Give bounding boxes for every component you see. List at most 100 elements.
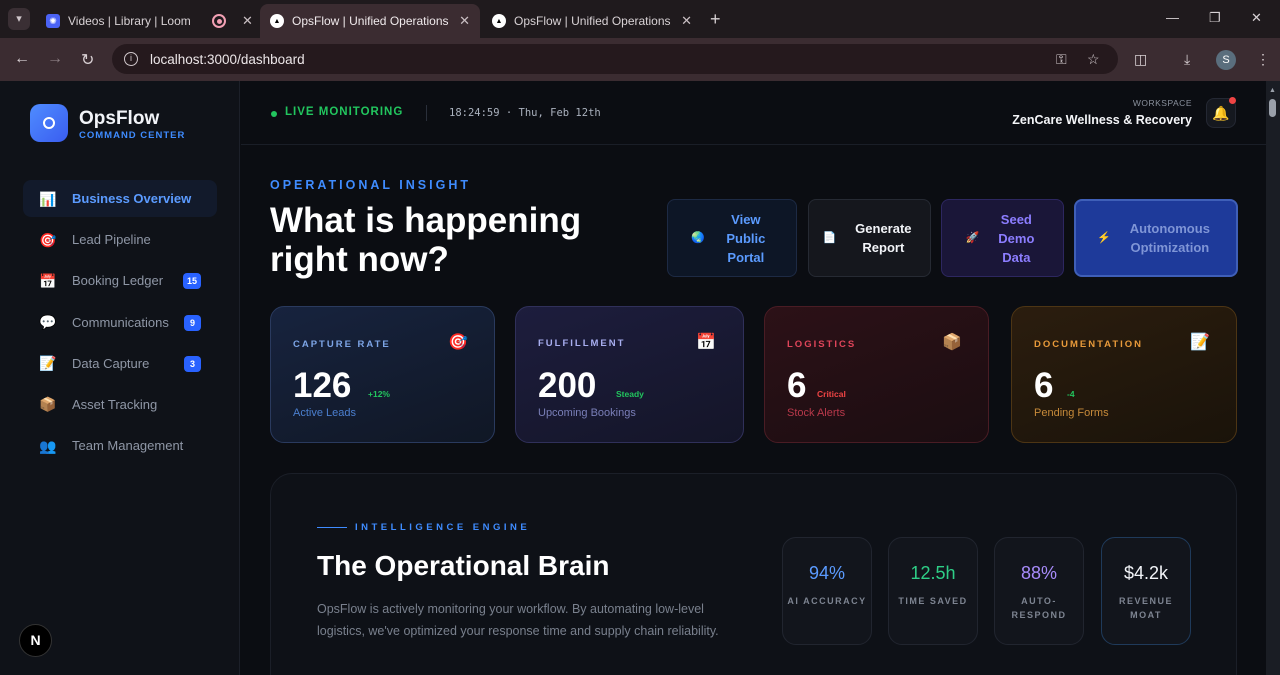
stat-card-fulfillment[interactable]: FULFILLMENT 📅 200 Steady Upcoming Bookin…	[515, 306, 744, 443]
opsflow-logo-icon	[30, 104, 68, 142]
metric-label: TIME SAVED	[898, 596, 968, 606]
metric-value: 94%	[808, 563, 846, 583]
vercel-icon: ▲	[270, 14, 284, 28]
address-bar: ← → ↻ i localhost:3000/dashboard ⚿ ☆ ◫ ⤓…	[0, 38, 1280, 81]
metric-ai-accuracy: 94% AI ACCURACY	[782, 537, 872, 645]
panel-eyebrow: INTELLIGENCE ENGINE	[355, 522, 531, 533]
panel-body: OpsFlow is actively monitoring your work…	[317, 602, 719, 638]
count-badge: 15	[182, 273, 201, 290]
bookmark-star-icon[interactable]: ☆	[1087, 51, 1100, 68]
sidebar-item-label: Team Management	[72, 438, 184, 454]
site-info-icon[interactable]: i	[124, 52, 138, 66]
tab-title: OpsFlow | Unified Operations P	[514, 14, 674, 28]
sidebar-item-label: Business Overview	[72, 191, 192, 206]
new-tab-icon[interactable]: +	[710, 9, 721, 30]
stat-subtitle: Stock Alerts	[787, 407, 846, 419]
stat-card-capture-rate[interactable]: CAPTURE RATE 🎯 126 +12% Active Leads	[270, 306, 495, 443]
target-icon: 🎯	[448, 334, 468, 351]
seed-demo-data-button[interactable]: 🚀 Seed Demo Data	[941, 199, 1064, 277]
close-tab-icon[interactable]: ✕	[681, 13, 692, 29]
restore-icon[interactable]: ❐	[1209, 10, 1221, 26]
rocket-icon: 🚀	[965, 231, 980, 244]
metric-value: 88%	[1020, 563, 1058, 583]
browser-menu-icon[interactable]: ⋮	[1256, 51, 1270, 68]
extensions-icon[interactable]: ◫	[1134, 51, 1147, 68]
metric-label: AI ACCURACY	[787, 596, 867, 606]
button-label: Seed Demo Data	[998, 211, 1035, 265]
metric-label: AUTO-RESPOND	[1011, 596, 1067, 620]
calendar-icon: 📅	[39, 272, 57, 289]
close-tab-icon[interactable]: ✕	[459, 13, 470, 29]
profile-avatar[interactable]: S	[1216, 50, 1236, 70]
stat-key: FULFILLMENT	[538, 338, 626, 349]
bolt-icon: ⚡	[1097, 231, 1111, 244]
password-key-icon[interactable]: ⚿	[1056, 51, 1067, 68]
button-label: Generate Report	[855, 221, 912, 255]
close-window-icon[interactable]: ✕	[1251, 10, 1262, 26]
download-icon[interactable]: ⤓	[1184, 51, 1190, 68]
close-tab-icon[interactable]: ✕	[242, 13, 253, 29]
tab-title: OpsFlow | Unified Operations P	[292, 14, 452, 28]
stat-value: 200	[538, 366, 597, 405]
intelligence-engine-panel: INTELLIGENCE ENGINE The Operational Brai…	[270, 473, 1237, 675]
bar-chart-icon: 📊	[39, 190, 57, 207]
tab-search-button[interactable]: ▾	[8, 8, 30, 30]
stat-card-logistics[interactable]: LOGISTICS 📦 6 Critical Stock Alerts	[764, 306, 989, 443]
stat-key: DOCUMENTATION	[1034, 339, 1144, 350]
browser-tab-recording[interactable]: ✕	[202, 4, 260, 38]
scroll-up-icon[interactable]: ▲	[1269, 87, 1276, 94]
workspace-label: WORKSPACE	[1132, 98, 1192, 108]
calendar-icon: 📅	[696, 334, 716, 351]
autonomous-optimization-button[interactable]: ⚡ Autonomous Optimization	[1074, 199, 1238, 277]
sidebar-item-lead-pipeline[interactable]: 🎯 Lead Pipeline	[23, 221, 217, 258]
sidebar-item-asset-tracking[interactable]: 📦 Asset Tracking	[23, 386, 217, 423]
generate-report-button[interactable]: 📄 Generate Report	[808, 199, 931, 277]
workspace-name[interactable]: ZenCare Wellness & Recovery	[1012, 113, 1192, 127]
metric-auto-respond: 88% AUTO-RESPOND	[994, 537, 1084, 645]
record-icon	[212, 14, 226, 28]
people-icon: 👥	[39, 437, 57, 454]
stat-delta: Steady	[616, 389, 644, 399]
count-badge: 3	[184, 355, 201, 372]
forward-icon[interactable]: →	[47, 50, 63, 68]
back-icon[interactable]: ←	[14, 50, 30, 68]
reload-icon[interactable]: ↻	[81, 50, 94, 70]
url-omnibox[interactable]: i localhost:3000/dashboard	[112, 44, 1118, 74]
live-monitoring-label: LIVE MONITORING	[285, 106, 404, 118]
live-indicator-dot	[271, 111, 277, 117]
browser-tab-opsflow[interactable]: ▲ OpsFlow | Unified Operations P ✕	[482, 4, 702, 38]
stat-delta: +12%	[368, 389, 390, 399]
vercel-icon: ▲	[492, 14, 506, 28]
metric-value: 12.5h	[910, 563, 956, 583]
url-text: localhost:3000/dashboard	[150, 51, 305, 67]
notification-dot	[1229, 97, 1236, 104]
stat-value: 6	[1034, 366, 1054, 405]
sidebar: OpsFlow COMMAND CENTER 📊 Business Overvi…	[0, 81, 240, 675]
browser-tab-strip: ▾ ✺ Videos | Library | Loom ✕ ▲ OpsFlow …	[0, 0, 1280, 38]
scrollbar-thumb[interactable]	[1269, 99, 1276, 117]
stat-value: 126	[293, 366, 352, 405]
stat-value: 6	[787, 366, 807, 405]
stat-card-documentation[interactable]: DOCUMENTATION 📝 6 -4 Pending Forms	[1011, 306, 1237, 443]
browser-tab-opsflow-active[interactable]: ▲ OpsFlow | Unified Operations P ✕	[260, 4, 480, 38]
minimize-icon[interactable]: —	[1166, 10, 1179, 25]
view-public-portal-button[interactable]: 🌏 View Public Portal	[667, 199, 797, 277]
sidebar-item-business-overview[interactable]: 📊 Business Overview	[23, 180, 217, 217]
sidebar-item-communications[interactable]: 💬 Communications 9	[23, 304, 217, 341]
page-scrollbar[interactable]: ▲	[1266, 81, 1280, 675]
clock: 18:24:59 · Thu, Feb 12th	[449, 107, 601, 119]
document-icon: 📄	[822, 231, 837, 244]
sidebar-item-label: Booking Ledger	[72, 273, 164, 289]
button-label: View Public Portal	[726, 211, 766, 265]
count-badge: 9	[184, 314, 201, 331]
sidebar-item-team-management[interactable]: 👥 Team Management	[23, 427, 217, 464]
nextjs-dev-badge[interactable]: N	[19, 624, 52, 657]
hero-eyebrow: OPERATIONAL INSIGHT	[270, 178, 471, 192]
stat-key: LOGISTICS	[787, 339, 857, 350]
brand-name: OpsFlow	[79, 108, 160, 129]
sidebar-item-data-capture[interactable]: 📝 Data Capture 3	[23, 345, 217, 382]
memo-icon: 📝	[1190, 334, 1210, 351]
eyebrow-rule	[317, 527, 347, 528]
hero-title: What is happening right now?	[270, 201, 582, 279]
sidebar-item-booking-ledger[interactable]: 📅 Booking Ledger 15	[23, 262, 217, 299]
